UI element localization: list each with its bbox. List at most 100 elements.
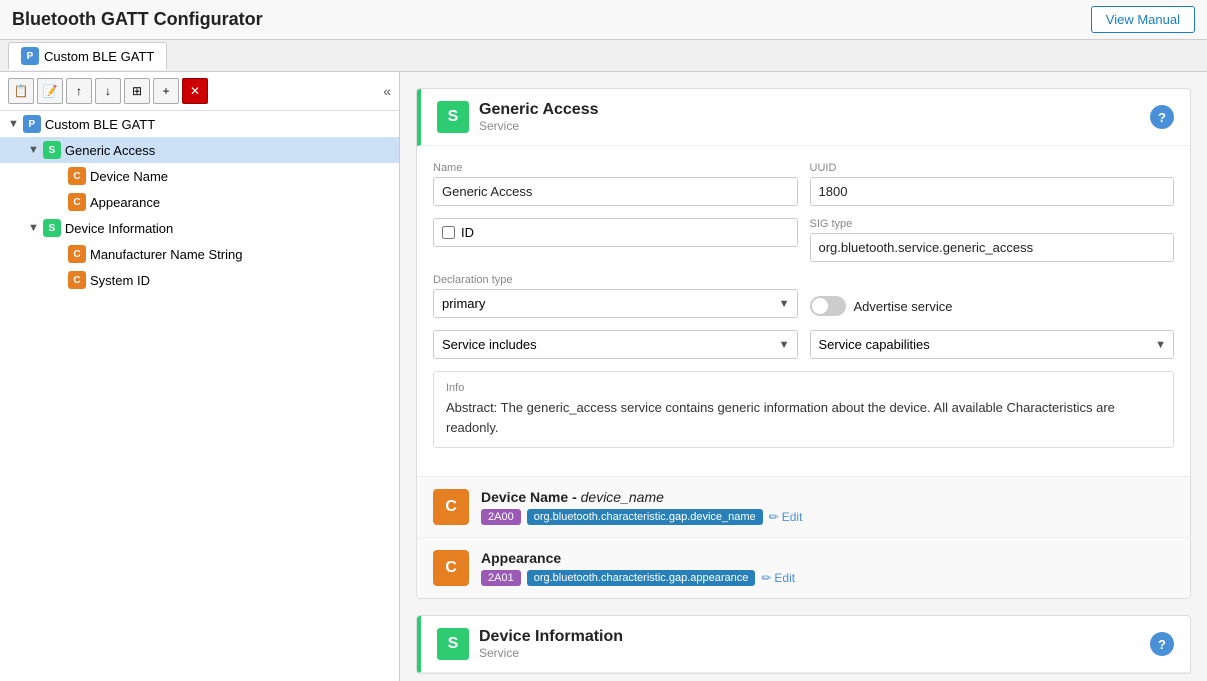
declaration-select-wrapper: primary secondary ▼ [433, 289, 798, 318]
service-icon-s: S [437, 628, 469, 660]
toolbar-copy-btn[interactable]: 📋 [8, 78, 34, 104]
sig-type-label: SIG type [810, 218, 1175, 230]
id-checkbox[interactable] [442, 226, 455, 239]
tree-item-custom-ble-gatt[interactable]: ▼ P Custom BLE GATT [0, 111, 399, 137]
uuid-label: UUID [810, 162, 1175, 174]
tree-label: Device Information [65, 221, 173, 236]
form-row-id-sig: ID SIG type [433, 218, 1174, 262]
char-info-device-name: Device Name - device_name 2A00 org.bluet… [481, 489, 1174, 525]
service-includes-select[interactable]: Service includes [433, 330, 798, 359]
service-capabilities-select[interactable]: Service capabilities [810, 330, 1175, 359]
node-icon-s: S [43, 219, 61, 237]
char-icon-c: C [433, 489, 469, 525]
top-bar: Bluetooth GATT Configurator View Manual [0, 0, 1207, 40]
pencil-icon: ✏ [769, 510, 779, 524]
service-card-generic-access: S Generic Access Service ? Name UU [416, 88, 1191, 599]
advertise-toggle[interactable] [810, 296, 846, 316]
advertise-label: Advertise service [854, 299, 953, 314]
arrow-icon[interactable]: ▼ [8, 118, 19, 130]
tab-bar: P Custom BLE GATT [0, 40, 1207, 72]
char-uuid-badge: 2A01 [481, 570, 521, 586]
char-edit-link[interactable]: ✏ Edit [769, 510, 803, 524]
main-layout: 📋 📝 ↑ ↓ ⊞ + ✕ « ▼ P Custom BLE GATT ▼ S … [0, 72, 1207, 681]
service-icon-s: S [437, 101, 469, 133]
content-area: S Generic Access Service ? Name UU [400, 72, 1207, 681]
char-sig-badge: org.bluetooth.characteristic.gap.device_… [527, 509, 763, 525]
view-manual-button[interactable]: View Manual [1091, 6, 1195, 33]
service-header-left-device-info: S Device Information Service [437, 628, 623, 660]
pencil-icon: ✏ [761, 571, 771, 585]
sidebar-toolbar: 📋 📝 ↑ ↓ ⊞ + ✕ « [0, 72, 399, 111]
tree-label: System ID [90, 273, 150, 288]
tree-item-device-information[interactable]: ▼ S Device Information [0, 215, 399, 241]
service-title-device-info: Device Information [479, 628, 623, 646]
tree-label: Custom BLE GATT [45, 117, 155, 132]
tree-label: Generic Access [65, 143, 155, 158]
advertise-toggle-row: Advertise service [810, 294, 1175, 318]
service-title-group-device-info: Device Information Service [479, 628, 623, 660]
node-icon-c: C [68, 167, 86, 185]
name-label: Name [433, 162, 798, 174]
toggle-slider [810, 296, 846, 316]
declaration-select[interactable]: primary secondary [433, 289, 798, 318]
service-includes-wrapper: Service includes ▼ [433, 330, 798, 359]
arrow-icon[interactable]: ▼ [28, 222, 39, 234]
tab-custom-ble-gatt[interactable]: P Custom BLE GATT [8, 42, 167, 70]
toolbar-delete-btn[interactable]: ✕ [182, 78, 208, 104]
char-tags-device-name: 2A00 org.bluetooth.characteristic.gap.de… [481, 509, 1174, 525]
char-uuid-badge: 2A00 [481, 509, 521, 525]
info-text: Abstract: The generic_access service con… [446, 398, 1161, 437]
toolbar-up-btn[interactable]: ↑ [66, 78, 92, 104]
char-info-appearance: Appearance 2A01 org.bluetooth.characteri… [481, 550, 1174, 586]
name-input[interactable] [433, 177, 798, 206]
service-subtitle-device-info: Service [479, 646, 623, 660]
toolbar-down-btn[interactable]: ↓ [95, 78, 121, 104]
char-item-appearance: C Appearance 2A01 org.bluetooth.characte… [417, 537, 1190, 598]
tree-item-system-id[interactable]: C System ID [0, 267, 399, 293]
sidebar-collapse-btn[interactable]: « [383, 83, 391, 99]
form-row-name-uuid: Name UUID [433, 162, 1174, 206]
service-title: Generic Access [479, 101, 598, 119]
help-button-device-info[interactable]: ? [1150, 632, 1174, 656]
node-icon-c: C [68, 271, 86, 289]
sig-type-input[interactable] [810, 233, 1175, 262]
node-icon-p: P [23, 115, 41, 133]
char-tags-appearance: 2A01 org.bluetooth.characteristic.gap.ap… [481, 570, 1174, 586]
form-group-declaration: Declaration type primary secondary ▼ [433, 274, 798, 318]
form-group-name: Name [433, 162, 798, 206]
form-group-service-includes: Service includes ▼ [433, 330, 798, 359]
service-body: Name UUID ID [417, 146, 1190, 476]
toolbar-add-btn[interactable]: + [153, 78, 179, 104]
form-group-sig: SIG type [810, 218, 1175, 262]
char-edit-link[interactable]: ✏ Edit [761, 571, 795, 585]
tree-label: Appearance [90, 195, 160, 210]
tree-item-manufacturer-name[interactable]: C Manufacturer Name String [0, 241, 399, 267]
declaration-label: Declaration type [433, 274, 798, 286]
tree: ▼ P Custom BLE GATT ▼ S Generic Access C… [0, 111, 399, 293]
char-icon-c: C [433, 550, 469, 586]
service-subtitle: Service [479, 119, 598, 133]
tree-item-device-name[interactable]: C Device Name [0, 163, 399, 189]
tree-label: Manufacturer Name String [90, 247, 242, 262]
tab-label: Custom BLE GATT [44, 49, 154, 64]
uuid-input[interactable] [810, 177, 1175, 206]
arrow-icon[interactable]: ▼ [28, 144, 39, 156]
tree-item-generic-access[interactable]: ▼ S Generic Access [0, 137, 399, 163]
tree-item-appearance[interactable]: C Appearance [0, 189, 399, 215]
node-icon-c: C [68, 245, 86, 263]
help-button[interactable]: ? [1150, 105, 1174, 129]
toolbar-wrap-btn[interactable]: ⊞ [124, 78, 150, 104]
form-group-uuid: UUID [810, 162, 1175, 206]
id-checkbox-row: ID [433, 218, 798, 247]
id-label: ID [461, 225, 474, 240]
info-box: Info Abstract: The generic_access servic… [433, 371, 1174, 448]
form-row-includes-capabilities: Service includes ▼ Service capabilities … [433, 330, 1174, 359]
service-header: S Generic Access Service ? [417, 89, 1190, 146]
char-name-device-name: Device Name - device_name [481, 489, 1174, 505]
char-name-appearance: Appearance [481, 550, 1174, 566]
info-label: Info [446, 382, 1161, 394]
node-icon-s: S [43, 141, 61, 159]
node-icon-c: C [68, 193, 86, 211]
toolbar-paste-btn[interactable]: 📝 [37, 78, 63, 104]
service-capabilities-wrapper: Service capabilities ▼ [810, 330, 1175, 359]
